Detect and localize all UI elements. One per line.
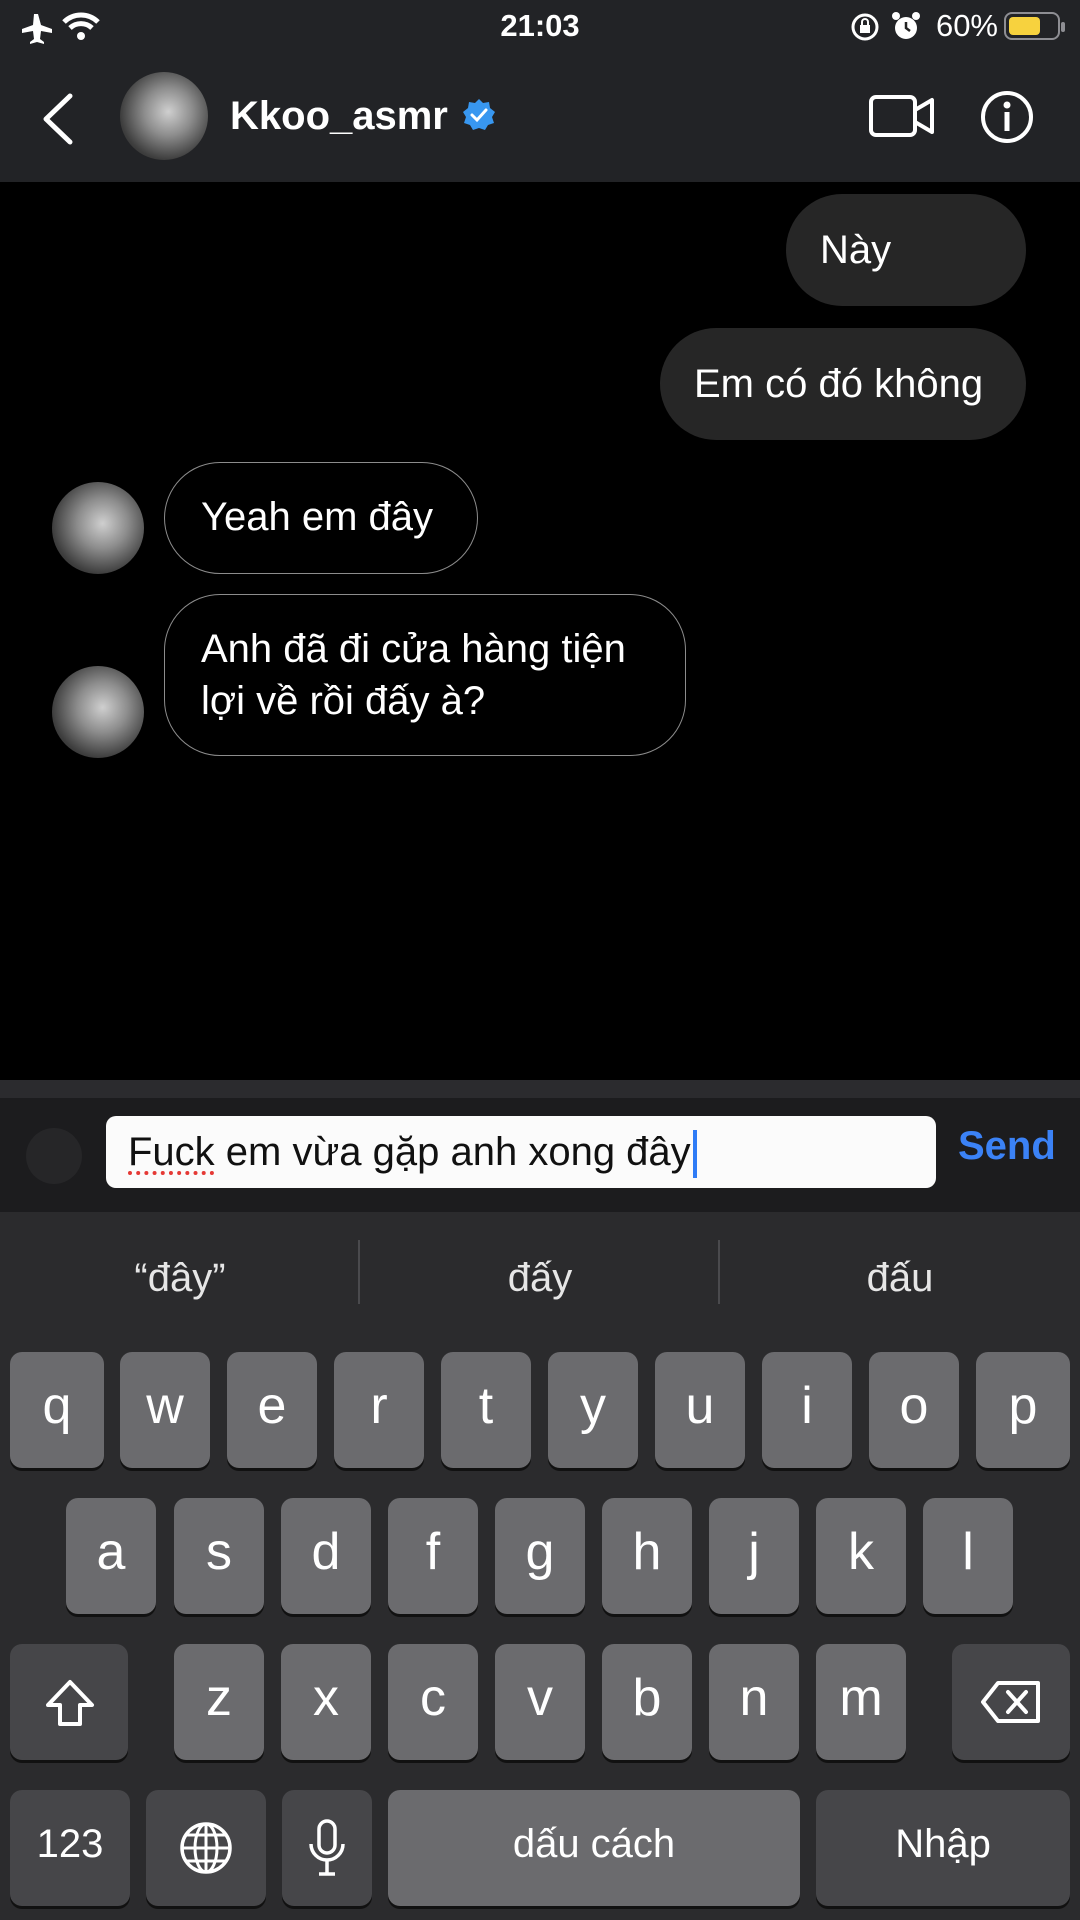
key-c[interactable]: c: [388, 1644, 478, 1760]
input-text: em vừa gặp anh xong đây: [214, 1130, 691, 1174]
backspace-key[interactable]: [952, 1644, 1070, 1760]
key-i[interactable]: i: [762, 1352, 852, 1468]
orientation-lock-icon: [851, 13, 879, 41]
key-x[interactable]: x: [281, 1644, 371, 1760]
key-s[interactable]: s: [174, 1498, 264, 1614]
key-k[interactable]: k: [816, 1498, 906, 1614]
return-key[interactable]: Nhập: [816, 1790, 1070, 1906]
key-j[interactable]: j: [709, 1498, 799, 1614]
message-text-line: Anh đã đi cửa hàng tiện: [201, 627, 626, 671]
misspelled-word[interactable]: Fuck: [128, 1130, 215, 1174]
suggestion-2[interactable]: đấy: [400, 1256, 680, 1301]
key-z[interactable]: z: [174, 1644, 264, 1760]
message-input[interactable]: Fuck em vừa gặp anh xong đây: [106, 1116, 936, 1188]
suggestion-divider: [718, 1240, 720, 1304]
verified-badge-icon: [463, 99, 495, 130]
contact-avatar[interactable]: [52, 666, 144, 758]
key-n[interactable]: n: [709, 1644, 799, 1760]
message-thread[interactable]: Này Kkoo Em có đó không Yeah em đây Anh …: [0, 182, 1080, 1080]
battery-percentage: 60%: [935, 8, 998, 43]
backspace-icon: [981, 1681, 1040, 1723]
globe-icon: [180, 1822, 232, 1874]
key-l[interactable]: l: [923, 1498, 1013, 1614]
message-composer: Fuck em vừa gặp anh xong đây Send: [0, 1080, 1080, 1212]
shift-icon: [46, 1680, 94, 1726]
incoming-message[interactable]: Anh đã đi cửa hàng tiện lợi về rồi đấy à…: [164, 594, 686, 756]
status-bar: 21:03 60%: [0, 0, 1080, 56]
key-f[interactable]: f: [388, 1498, 478, 1614]
key-p[interactable]: p: [976, 1352, 1070, 1468]
contact-name[interactable]: Kkoo_asmr: [230, 94, 448, 139]
space-key[interactable]: dấu cách: [388, 1790, 800, 1906]
key-d[interactable]: d: [281, 1498, 371, 1614]
battery-fill: [1009, 17, 1041, 35]
key-q[interactable]: q: [10, 1352, 104, 1468]
outgoing-message[interactable]: Em có đó không: [660, 328, 1026, 440]
message-text: Em có đó không: [694, 362, 984, 406]
keyboard: “đây” đấy đấu q w e r t y u i o p a s d …: [0, 1212, 1080, 1920]
key-h[interactable]: h: [602, 1498, 692, 1614]
numbers-key[interactable]: 123: [10, 1790, 130, 1906]
info-icon[interactable]: [980, 90, 1034, 144]
suggestion-divider: [358, 1240, 360, 1304]
message-text: Yeah em đây: [201, 495, 434, 539]
suggestion-3[interactable]: đấu: [760, 1256, 1040, 1301]
back-icon[interactable]: [38, 92, 78, 146]
microphone-key[interactable]: [282, 1790, 372, 1906]
globe-key[interactable]: [146, 1790, 266, 1906]
contact-avatar[interactable]: [52, 482, 144, 574]
key-o[interactable]: o: [869, 1352, 959, 1468]
key-r[interactable]: r: [334, 1352, 424, 1468]
key-e[interactable]: e: [227, 1352, 317, 1468]
key-t[interactable]: t: [441, 1352, 531, 1468]
battery-icon: [1004, 12, 1065, 40]
video-call-icon[interactable]: [868, 92, 936, 140]
text-cursor: [692, 1130, 697, 1179]
contact-avatar[interactable]: [120, 72, 208, 160]
key-a[interactable]: a: [66, 1498, 156, 1614]
key-g[interactable]: g: [495, 1498, 585, 1614]
key-b[interactable]: b: [602, 1644, 692, 1760]
key-w[interactable]: w: [120, 1352, 210, 1468]
incoming-message[interactable]: Yeah em đây: [164, 462, 478, 574]
outgoing-message[interactable]: Này Kkoo: [786, 194, 1026, 384]
camera-icon[interactable]: [22, 1126, 86, 1186]
send-button[interactable]: Send: [958, 1124, 1056, 1169]
key-y[interactable]: y: [548, 1352, 638, 1468]
key-v[interactable]: v: [495, 1644, 585, 1760]
key-m[interactable]: m: [816, 1644, 906, 1760]
alarm-icon: [892, 12, 920, 39]
message-text-line: lợi về rồi đấy à?: [201, 679, 486, 723]
shift-key[interactable]: [10, 1644, 128, 1760]
key-u[interactable]: u: [655, 1352, 745, 1468]
chat-header: Kkoo_asmr: [0, 56, 1080, 182]
microphone-icon: [309, 1819, 345, 1876]
suggestion-1[interactable]: “đây”: [40, 1256, 320, 1301]
